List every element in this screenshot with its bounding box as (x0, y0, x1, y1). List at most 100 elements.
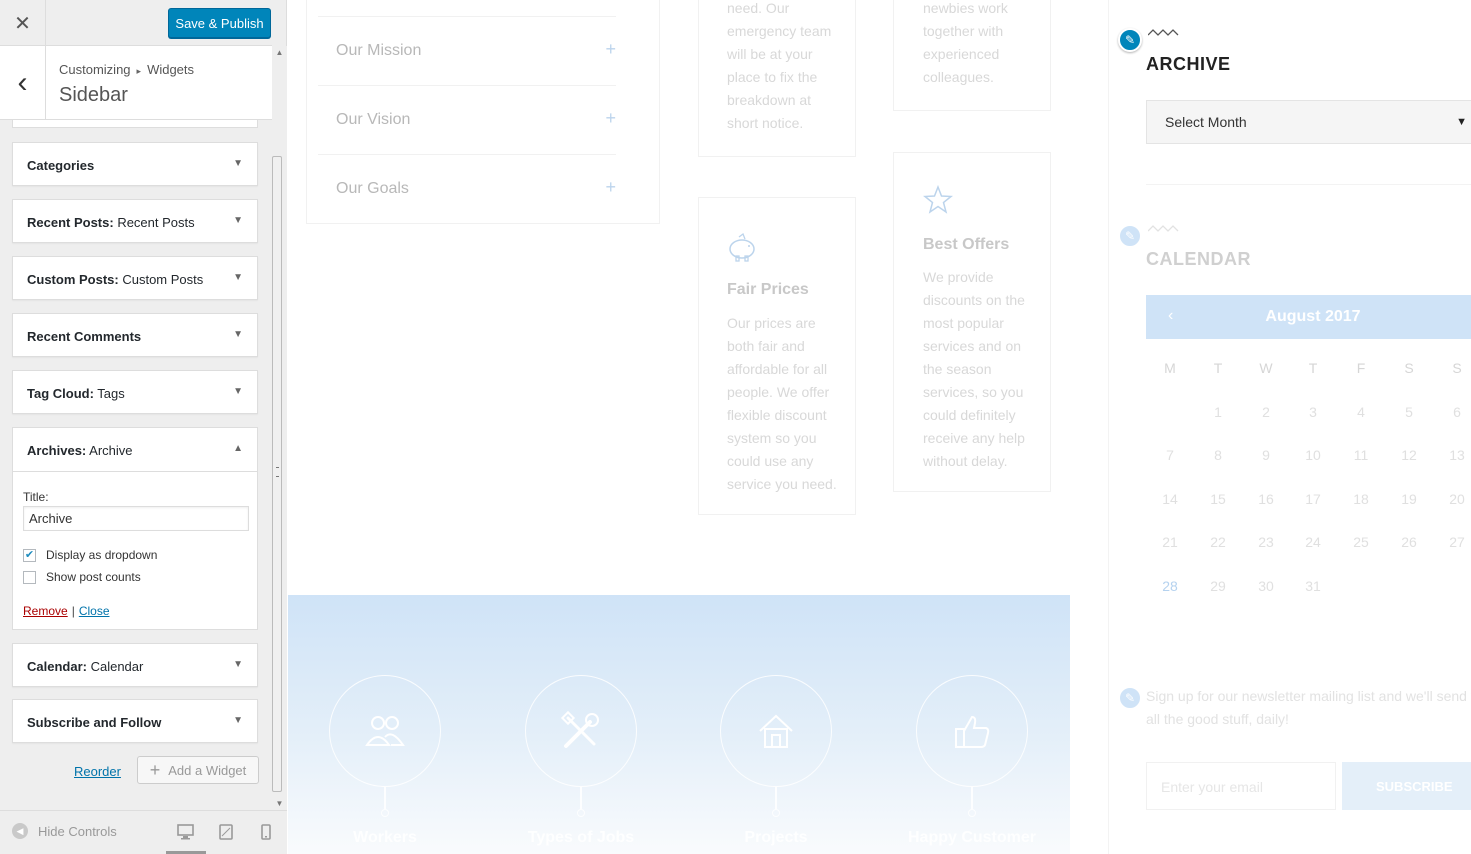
scrollbar-thumb[interactable] (272, 156, 282, 792)
zigzag-divider (1148, 29, 1179, 36)
accordion-item-goals[interactable]: Our Goals + (318, 154, 616, 222)
widget-tag-cloud[interactable]: Tag Cloud: Tags ▼ (12, 370, 258, 414)
stat-dot (968, 809, 976, 817)
show-counts-checkbox[interactable] (23, 570, 36, 584)
scroll-down-arrow[interactable]: ▼ (272, 799, 287, 808)
reorder-link[interactable]: Reorder (74, 764, 121, 779)
remove-link[interactable]: Remove (23, 604, 68, 618)
calendar-day[interactable]: 12 (1389, 447, 1429, 463)
calendar-day[interactable]: 3 (1293, 404, 1333, 420)
calendar-day[interactable]: 13 (1437, 447, 1471, 463)
calendar-day[interactable]: 31 (1293, 578, 1333, 594)
calendar-day[interactable]: 20 (1437, 491, 1471, 507)
edit-newsletter-shortcut[interactable]: ✎ (1118, 686, 1142, 710)
calendar-day[interactable]: 25 (1341, 534, 1381, 550)
scroll-up-arrow[interactable]: ▲ (272, 48, 287, 57)
edit-archive-shortcut[interactable]: ✎ (1118, 28, 1142, 52)
customizer-topbar: ✕ Save & Publish (0, 0, 272, 46)
newsletter-email-input[interactable]: Enter your email (1146, 762, 1336, 810)
accordion-item-mission[interactable]: Our Mission + (318, 16, 616, 84)
hide-controls-button[interactable]: ◀ Hide Controls (12, 823, 117, 839)
customizer-app: ✕ Save & Publish ‹ Customizing ▸ Widgets S… (0, 0, 1471, 854)
calendar-day[interactable]: 23 (1246, 534, 1286, 550)
stat-dot (772, 809, 780, 817)
calendar-day[interactable]: 8 (1198, 447, 1238, 463)
plus-icon: + (605, 39, 616, 59)
calendar-day[interactable]: 14 (1150, 491, 1190, 507)
accordion-label: Our Mission (336, 42, 422, 59)
calendar-weekday: W (1259, 360, 1273, 376)
widget-calendar[interactable]: Calendar: Calendar ▼ (12, 643, 258, 687)
widget-categories[interactable]: Categories ▼ (12, 142, 258, 186)
accordion-item-vision[interactable]: Our Vision + (318, 85, 616, 153)
back-button[interactable]: ‹ (0, 46, 46, 119)
calendar-day[interactable]: 21 (1150, 534, 1190, 550)
caret-down-icon: ▼ (233, 158, 243, 169)
calendar-day[interactable]: 2 (1246, 404, 1286, 420)
sidebar-scrollbar[interactable]: ▲ ▼ (272, 46, 287, 810)
calendar-day[interactable]: 22 (1198, 534, 1238, 550)
users-icon (365, 716, 405, 746)
tablet-preview-button[interactable] (217, 823, 235, 841)
edit-calendar-shortcut[interactable]: ✎ (1118, 224, 1142, 248)
plus-icon: + (605, 108, 616, 128)
calendar-weekday: S (1452, 360, 1462, 376)
widget-subscribe-follow[interactable]: Subscribe and Follow ▼ (12, 699, 258, 743)
calendar-day[interactable]: 7 (1150, 447, 1190, 463)
calendar-day[interactable]: 1 (1198, 404, 1238, 420)
subscribe-button[interactable]: SUBSCRIBE (1342, 762, 1471, 810)
add-widget-button[interactable]: + Add a Widget (137, 756, 259, 784)
calendar-day[interactable]: 9 (1246, 447, 1286, 463)
title-input[interactable] (23, 506, 249, 531)
archive-month-select[interactable]: Select Month ▼ (1146, 100, 1471, 144)
newsletter-line: all the good stuff, daily! (1146, 711, 1289, 727)
save-publish-button[interactable]: Save & Publish (168, 8, 271, 38)
display-dropdown-row[interactable]: ✔ Display as dropdown (23, 548, 157, 562)
thumbs-up-icon (955, 715, 990, 748)
display-dropdown-checkbox[interactable]: ✔ (23, 548, 36, 562)
archive-heading: ARCHIVE (1146, 54, 1231, 74)
close-link[interactable]: Close (79, 604, 110, 618)
widget-custom-posts[interactable]: Custom Posts: Custom Posts ▼ (12, 256, 258, 300)
calendar-day[interactable]: 19 (1389, 491, 1429, 507)
calendar-day[interactable]: 29 (1198, 578, 1238, 594)
calendar-day[interactable]: 15 (1198, 491, 1238, 507)
accordion-label: Our Goals (336, 180, 409, 197)
pencil-icon: ✎ (1124, 33, 1136, 47)
caret-down-icon: ▼ (1456, 116, 1467, 128)
mobile-preview-button[interactable] (257, 823, 275, 841)
widget-stub (12, 120, 258, 128)
desktop-preview-button[interactable] (176, 823, 194, 841)
widget-separator (1146, 184, 1471, 185)
calendar-weekday: M (1164, 360, 1176, 376)
tools-icon (560, 710, 599, 748)
calendar-day[interactable]: 30 (1246, 578, 1286, 594)
show-counts-row[interactable]: Show post counts (23, 570, 141, 584)
close-icon: ✕ (14, 12, 31, 35)
widget-title: Subscribe and Follow (27, 715, 162, 730)
calendar-day[interactable]: 6 (1437, 404, 1471, 420)
feature-text: We provide discounts on the most popular se… (923, 269, 1025, 469)
calendar-day[interactable]: 24 (1293, 534, 1333, 550)
calendar-day[interactable]: 4 (1341, 404, 1381, 420)
calendar-day[interactable]: 26 (1389, 534, 1429, 550)
pencil-icon: ✎ (1124, 229, 1136, 243)
calendar-day[interactable]: 10 (1293, 447, 1333, 463)
calendar-day[interactable]: 27 (1437, 534, 1471, 550)
zigzag-divider (1148, 225, 1179, 232)
calendar-weekday: T (1213, 360, 1223, 376)
widget-archives-header[interactable]: Archives: Archive ▲ (13, 428, 257, 472)
close-customizer-button[interactable]: ✕ (0, 0, 46, 46)
calendar-day[interactable]: 16 (1246, 491, 1286, 507)
calendar-day[interactable]: 18 (1341, 491, 1381, 507)
calendar-day[interactable]: 17 (1293, 491, 1333, 507)
widget-recent-posts[interactable]: Recent Posts: Recent Posts ▼ (12, 199, 258, 243)
calendar-day[interactable]: 11 (1341, 447, 1381, 463)
feature-title: Best Offers (923, 236, 1010, 253)
link-separator: | (71, 604, 75, 618)
calendar-month: August 2017 (1265, 308, 1361, 325)
widget-actions: Remove | Close (23, 604, 110, 618)
calendar-day[interactable]: 5 (1389, 404, 1429, 420)
calendar-day[interactable]: 28 (1150, 578, 1190, 594)
widget-recent-comments[interactable]: Recent Comments ▼ (12, 313, 258, 357)
